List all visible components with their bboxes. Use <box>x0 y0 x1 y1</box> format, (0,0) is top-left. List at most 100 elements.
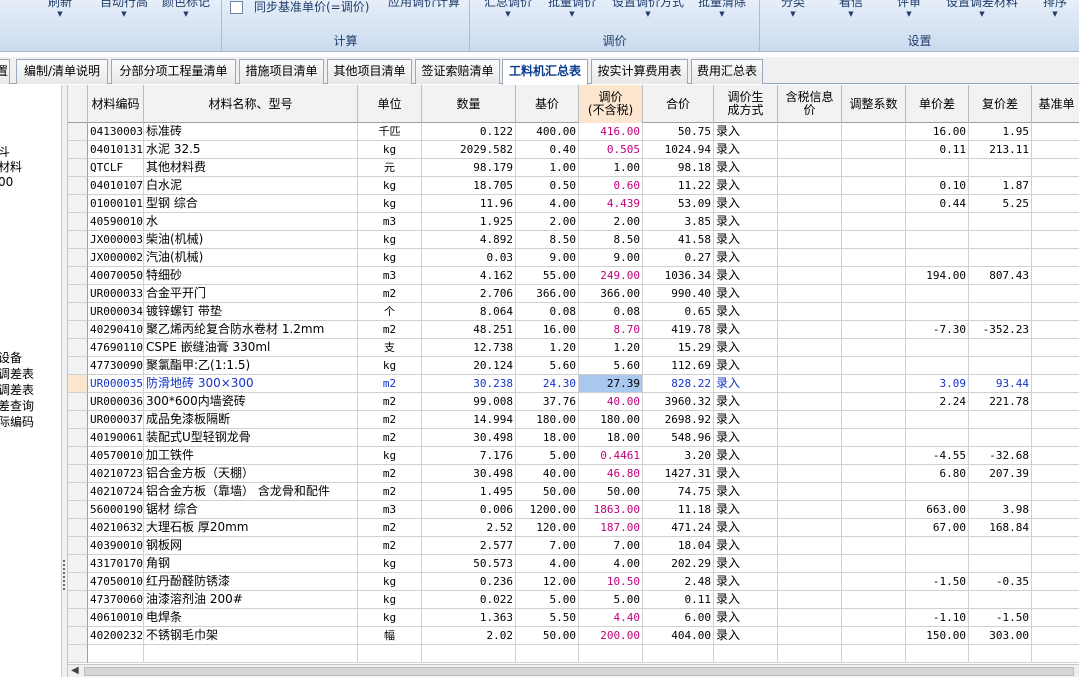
set-diff-material-button[interactable]: 设置调差材料 ▼ <box>944 0 1020 25</box>
row-indicator[interactable] <box>68 447 88 465</box>
cell-unit-price-diff[interactable]: 2.24 <box>906 393 969 411</box>
cell-unit[interactable]: m3 <box>358 213 422 231</box>
cell-material-code[interactable]: 40210724 <box>88 483 144 501</box>
table-row-selected[interactable]: UR000035 防滑地砖 300×300 m2 30.238 24.30 27.39 82… <box>68 375 1079 393</box>
cell-price-method[interactable]: 录入 <box>714 195 778 213</box>
cell-price-method[interactable]: 录入 <box>714 537 778 555</box>
cell-base-price[interactable]: 180.00 <box>516 411 579 429</box>
tree-item[interactable]: 材料 <box>0 160 22 175</box>
cell-base-unit[interactable] <box>1032 519 1079 537</box>
cell-quantity[interactable]: 50.573 <box>422 555 516 573</box>
table-row[interactable]: 47730090 聚氯酯甲:乙(1:1.5) kg 20.124 5.60 5.60 112… <box>68 357 1079 375</box>
cell-total-price[interactable]: 0.27 <box>643 249 714 267</box>
cell-unit-price-diff[interactable] <box>906 483 969 501</box>
cell-adjust-factor[interactable] <box>842 483 906 501</box>
col-header-material-code[interactable]: 材料编码 <box>88 85 144 123</box>
cell-adjusted-price[interactable]: 187.00 <box>579 519 643 537</box>
cell-price-method[interactable]: 录入 <box>714 159 778 177</box>
cell-price-method[interactable]: 录入 <box>714 339 778 357</box>
cell-total-price-diff[interactable]: -32.68 <box>969 447 1032 465</box>
table-row[interactable]: 40210724 铝合金方板（靠墙） 含龙骨和配件 m2 1.495 50.00 50.0… <box>68 483 1079 501</box>
cell-base-unit[interactable] <box>1032 645 1079 663</box>
cell-total-price[interactable]: 2698.92 <box>643 411 714 429</box>
cell-material-name[interactable]: 装配式U型轻钢龙骨 <box>144 429 358 447</box>
cell-adjust-factor[interactable] <box>842 141 906 159</box>
cell-unit[interactable]: 元 <box>358 159 422 177</box>
cell-total-price-diff[interactable]: 207.39 <box>969 465 1032 483</box>
table-row[interactable]: UR000034 镀锌螺钉 带垫个 8.064 0.08 0.08 0.65 录入 <box>68 303 1079 321</box>
cell-quantity[interactable]: 2.577 <box>422 537 516 555</box>
cell-total-price[interactable]: 202.29 <box>643 555 714 573</box>
tab-cost-summary[interactable]: 费用汇总表 <box>691 59 763 84</box>
cell-tax-info-price[interactable] <box>778 429 842 447</box>
cell-adjusted-price[interactable]: 0.60 <box>579 177 643 195</box>
col-header-quantity[interactable]: 数量 <box>422 85 516 123</box>
tree-item[interactable]: 际编码 <box>0 415 34 430</box>
cell-unit-price-diff[interactable]: 150.00 <box>906 627 969 645</box>
cell-base-price[interactable] <box>516 645 579 663</box>
cell-material-code[interactable] <box>88 645 144 663</box>
row-indicator[interactable] <box>68 159 88 177</box>
cell-base-price[interactable]: 5.00 <box>516 591 579 609</box>
cell-adjust-factor[interactable] <box>842 537 906 555</box>
table-row[interactable]: JX000002 汽油(机械) kg 0.03 9.00 9.00 0.27 录入 <box>68 249 1079 267</box>
col-header-base-unit[interactable]: 基准单 <box>1032 85 1079 123</box>
cell-adjusted-price[interactable] <box>579 645 643 663</box>
cell-tax-info-price[interactable] <box>778 609 842 627</box>
cell-quantity[interactable]: 2.706 <box>422 285 516 303</box>
cell-base-price[interactable]: 4.00 <box>516 555 579 573</box>
review-button[interactable]: 评审 ▼ <box>894 0 924 25</box>
batch-adjust-button[interactable]: 批量调价 ▼ <box>546 0 598 25</box>
row-indicator[interactable] <box>68 591 88 609</box>
table-row[interactable]: UR000037 成品免漆板隔断 m2 14.994 180.00 180.00 2698.… <box>68 411 1079 429</box>
cell-quantity[interactable]: 1.495 <box>422 483 516 501</box>
cell-material-name[interactable]: 水 <box>144 213 358 231</box>
cell-price-method[interactable] <box>714 645 778 663</box>
cell-base-unit[interactable] <box>1032 303 1079 321</box>
cell-unit[interactable]: kg <box>358 249 422 267</box>
sort-button[interactable]: 排序 ▼ <box>1040 0 1070 25</box>
cell-material-code[interactable]: 40290410 <box>88 321 144 339</box>
cell-price-method[interactable]: 录入 <box>714 213 778 231</box>
table-row[interactable]: 40610010 电焊条 kg 1.363 5.50 4.40 6.00 录入 -1.10 -1.… <box>68 609 1079 627</box>
cell-quantity[interactable]: 11.96 <box>422 195 516 213</box>
cell-total-price-diff[interactable]: -352.23 <box>969 321 1032 339</box>
cell-tax-info-price[interactable] <box>778 249 842 267</box>
refresh-button[interactable]: 刷新 ▼ <box>44 0 76 25</box>
cell-base-price[interactable]: 0.50 <box>516 177 579 195</box>
cell-total-price-diff[interactable] <box>969 357 1032 375</box>
cell-base-unit[interactable] <box>1032 249 1079 267</box>
cell-unit[interactable]: kg <box>358 555 422 573</box>
cell-unit-price-diff[interactable]: -1.50 <box>906 573 969 591</box>
cell-base-price[interactable]: 0.40 <box>516 141 579 159</box>
cell-quantity[interactable]: 1.925 <box>422 213 516 231</box>
cell-quantity[interactable]: 30.498 <box>422 465 516 483</box>
cell-adjusted-price[interactable]: 2.00 <box>579 213 643 231</box>
cell-tax-info-price[interactable] <box>778 123 842 141</box>
cell-price-method[interactable]: 录入 <box>714 285 778 303</box>
tab-labor-material-summary[interactable]: 工料机汇总表 <box>502 59 588 85</box>
cell-material-code[interactable]: 47050010 <box>88 573 144 591</box>
cell-unit-price-diff[interactable]: 0.11 <box>906 141 969 159</box>
cell-material-code[interactable]: JX000002 <box>88 249 144 267</box>
cell-total-price[interactable]: 11.18 <box>643 501 714 519</box>
cell-quantity[interactable]: 0.122 <box>422 123 516 141</box>
cell-tax-info-price[interactable] <box>778 555 842 573</box>
cell-material-name[interactable]: 水泥 32.5 <box>144 141 358 159</box>
cell-base-unit[interactable] <box>1032 393 1079 411</box>
cell-quantity[interactable]: 12.738 <box>422 339 516 357</box>
cell-base-price[interactable]: 0.08 <box>516 303 579 321</box>
cell-adjust-factor[interactable] <box>842 357 906 375</box>
cell-tax-info-price[interactable] <box>778 231 842 249</box>
cell-total-price-diff[interactable] <box>969 591 1032 609</box>
apply-adjust-button[interactable]: 应用调价计算 <box>386 0 462 25</box>
table-row[interactable]: 47690110 CSPE 嵌缝油膏 330ml 支 12.738 1.20 1.20 15… <box>68 339 1079 357</box>
cell-material-code[interactable]: 40590010 <box>88 213 144 231</box>
tab-actual-cost[interactable]: 按实计算费用表 <box>591 59 688 84</box>
table-row[interactable]: 43170170 角钢 kg 50.573 4.00 4.00 202.29 录入 <box>68 555 1079 573</box>
cell-material-code[interactable]: 47690110 <box>88 339 144 357</box>
row-indicator[interactable] <box>68 123 88 141</box>
table-row[interactable]: 04010131 水泥 32.5 kg 2029.582 0.40 0.505 1024.9… <box>68 141 1079 159</box>
cell-base-price[interactable]: 24.30 <box>516 375 579 393</box>
cell-unit[interactable]: m2 <box>358 375 422 393</box>
